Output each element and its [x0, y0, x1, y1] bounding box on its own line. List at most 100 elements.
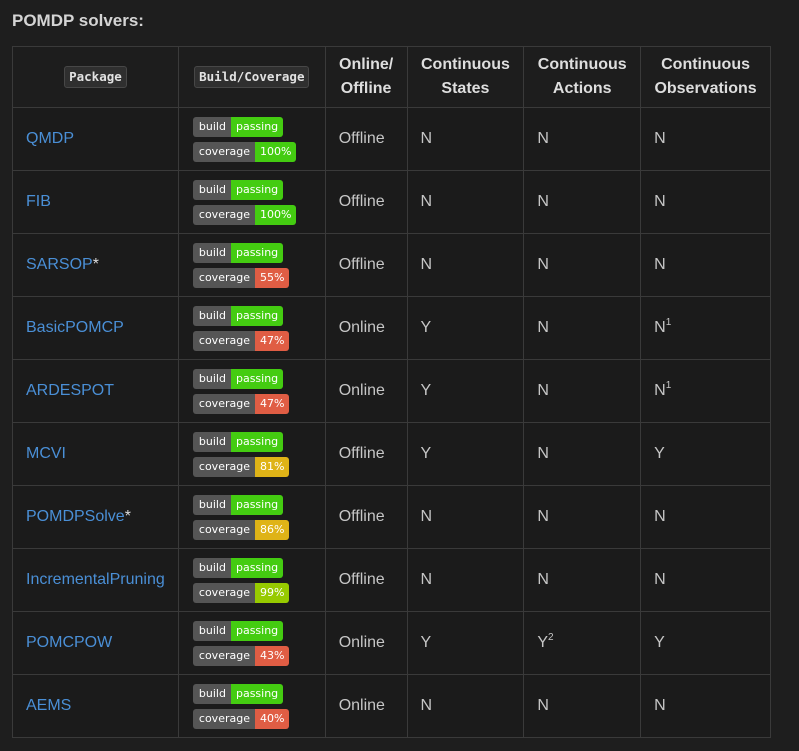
- package-cell: SARSOP*: [12, 233, 179, 297]
- continuous-observations-cell: Y: [640, 611, 771, 675]
- mode-cell: Online: [324, 359, 408, 423]
- coverage-badge[interactable]: coverage 43%: [192, 645, 290, 666]
- coverage-badge[interactable]: coverage 47%: [192, 330, 290, 351]
- table-row: POMCPOW build passing coverage 43% Onlin…: [12, 611, 771, 675]
- build-badge[interactable]: build passing: [192, 368, 284, 389]
- table-row: IncrementalPruning build passing coverag…: [12, 548, 771, 612]
- package-link[interactable]: IncrementalPruning: [26, 571, 165, 588]
- table-row: FIB build passing coverage 100% Offline …: [12, 170, 771, 234]
- table-row: AEMS build passing coverage 40% Online N…: [12, 674, 771, 738]
- mode-cell: Offline: [324, 422, 408, 486]
- package-link[interactable]: FIB: [26, 193, 51, 210]
- continuous-observations-cell: Y: [640, 422, 771, 486]
- continuous-actions-cell: N: [523, 485, 642, 549]
- package-link[interactable]: POMCPOW: [26, 634, 112, 651]
- page: POMDP solvers: Package Build/Coverage On…: [0, 0, 799, 751]
- package-cell: FIB: [12, 170, 179, 234]
- coverage-badge[interactable]: coverage 47%: [192, 393, 290, 414]
- coverage-badge[interactable]: coverage 55%: [192, 267, 290, 288]
- badges-cell: build passing coverage 100%: [177, 170, 326, 234]
- continuous-observations-cell: N: [640, 485, 771, 549]
- build-badge[interactable]: build passing: [192, 431, 284, 452]
- mode-cell: Offline: [324, 107, 408, 171]
- package-cell: AEMS: [12, 674, 179, 738]
- build-badge[interactable]: build passing: [192, 557, 284, 578]
- header-continuous-states: Continuous States: [406, 46, 525, 108]
- continuous-states-cell: N: [406, 107, 525, 171]
- coverage-badge[interactable]: coverage 100%: [192, 204, 297, 225]
- package-link[interactable]: QMDP: [26, 130, 74, 147]
- mode-cell: Online: [324, 674, 408, 738]
- header-online-offline: Online/Offline: [324, 46, 408, 108]
- continuous-observations-cell: N: [640, 548, 771, 612]
- package-cell: ARDESPOT: [12, 359, 179, 423]
- mode-cell: Online: [324, 611, 408, 675]
- continuous-actions-cell: N: [523, 107, 642, 171]
- header-build-coverage: Build/Coverage: [177, 46, 326, 108]
- continuous-states-cell: Y: [406, 422, 525, 486]
- build-badge[interactable]: build passing: [192, 179, 284, 200]
- continuous-actions-cell: N: [523, 170, 642, 234]
- package-link[interactable]: BasicPOMCP: [26, 319, 124, 336]
- continuous-states-cell: N: [406, 485, 525, 549]
- package-cell: QMDP: [12, 107, 179, 171]
- coverage-badge[interactable]: coverage 40%: [192, 708, 290, 729]
- badges-cell: build passing coverage 81%: [177, 422, 326, 486]
- build-badge[interactable]: build passing: [192, 242, 284, 263]
- header-continuous-observations: Continuous Observations: [640, 46, 771, 108]
- mode-cell: Offline: [324, 170, 408, 234]
- continuous-actions-cell: N: [523, 422, 642, 486]
- solvers-table: Package Build/Coverage Online/Offline Co…: [12, 46, 771, 738]
- section-title: POMDP solvers:: [12, 11, 144, 30]
- badges-cell: build passing coverage 100%: [177, 107, 326, 171]
- continuous-actions-cell: N: [523, 296, 642, 360]
- mode-cell: Offline: [324, 485, 408, 549]
- continuous-actions-cell: N: [523, 674, 642, 738]
- coverage-badge[interactable]: coverage 86%: [192, 519, 290, 540]
- package-link[interactable]: POMDPSolve: [26, 508, 125, 525]
- build-badge[interactable]: build passing: [192, 494, 284, 515]
- package-link[interactable]: SARSOP: [26, 256, 93, 273]
- package-cell: POMCPOW: [12, 611, 179, 675]
- badges-cell: build passing coverage 43%: [177, 611, 326, 675]
- continuous-observations-cell: N: [640, 170, 771, 234]
- continuous-states-cell: Y: [406, 611, 525, 675]
- badges-cell: build passing coverage 40%: [177, 674, 326, 738]
- table-row: SARSOP* build passing coverage 55% Offli…: [12, 233, 771, 297]
- package-link[interactable]: ARDESPOT: [26, 382, 114, 399]
- table-row: BasicPOMCP build passing coverage 47% On…: [12, 296, 771, 360]
- coverage-badge[interactable]: coverage 99%: [192, 582, 290, 603]
- continuous-states-cell: Y: [406, 359, 525, 423]
- star-marker: *: [92, 256, 99, 273]
- header-package: Package: [12, 46, 179, 108]
- package-cell: IncrementalPruning: [12, 548, 179, 612]
- coverage-badge[interactable]: coverage 81%: [192, 456, 290, 477]
- build-badge[interactable]: build passing: [192, 305, 284, 326]
- continuous-observations-cell: N: [640, 674, 771, 738]
- continuous-observations-cell: N: [640, 107, 771, 171]
- badges-cell: build passing coverage 99%: [177, 548, 326, 612]
- continuous-actions-cell: N: [523, 233, 642, 297]
- badges-cell: build passing coverage 47%: [177, 296, 326, 360]
- badges-cell: build passing coverage 86%: [177, 485, 326, 549]
- continuous-states-cell: N: [406, 548, 525, 612]
- coverage-badge[interactable]: coverage 100%: [192, 141, 297, 162]
- build-badge[interactable]: build passing: [192, 116, 284, 137]
- build-badge[interactable]: build passing: [192, 683, 284, 704]
- table-row: ARDESPOT build passing coverage 47% Onli…: [12, 359, 771, 423]
- continuous-observations-cell: N1: [640, 359, 771, 423]
- star-marker: *: [124, 508, 131, 525]
- build-badge[interactable]: build passing: [192, 620, 284, 641]
- package-link[interactable]: AEMS: [26, 697, 71, 714]
- package-cell: MCVI: [12, 422, 179, 486]
- table-row: QMDP build passing coverage 100% Offline…: [12, 107, 771, 171]
- table-row: POMDPSolve* build passing coverage 86% O…: [12, 485, 771, 549]
- package-cell: BasicPOMCP: [12, 296, 179, 360]
- mode-cell: Offline: [324, 548, 408, 612]
- continuous-states-cell: N: [406, 233, 525, 297]
- continuous-actions-cell: N: [523, 359, 642, 423]
- badges-cell: build passing coverage 47%: [177, 359, 326, 423]
- continuous-actions-cell: Y2: [523, 611, 642, 675]
- table-row: MCVI build passing coverage 81% Offline …: [12, 422, 771, 486]
- package-link[interactable]: MCVI: [26, 445, 66, 462]
